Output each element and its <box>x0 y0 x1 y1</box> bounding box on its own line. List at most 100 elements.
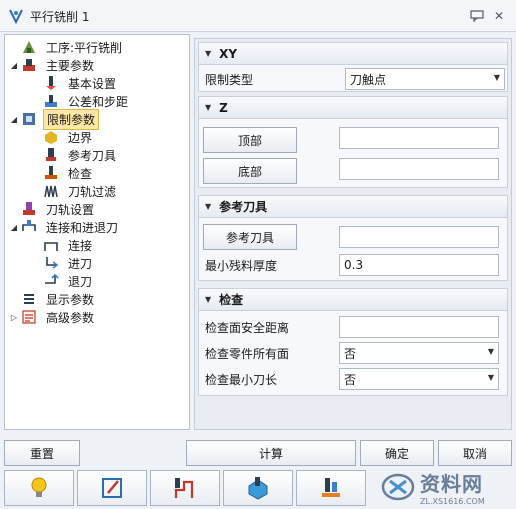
parameter-tree: 工序:平行铣削 ◢ 主要参数 基本设置 公差和步距 ◢ 限制参数 边界 参考刀具… <box>4 34 190 430</box>
group-z-header[interactable]: ▼ Z <box>199 97 507 119</box>
tree-item-label: 高级参数 <box>46 310 95 325</box>
expand-icon[interactable]: ◢ <box>9 61 19 70</box>
title-bar: 平行铣削 1 ✕ <box>0 0 516 32</box>
tree-item-reference-tool[interactable]: 参考刀具 <box>31 146 119 164</box>
reference-tool-button[interactable]: 参考刀具 <box>203 224 297 250</box>
tree-item-label: 限制参数 <box>43 108 100 130</box>
watermark-url: ZL.XS1616.COM <box>420 497 485 506</box>
limit-type-select[interactable]: 刀触点 ▼ <box>345 68 505 90</box>
min-length-select[interactable]: 否 ▼ <box>339 368 499 390</box>
collapse-icon: ▼ <box>205 103 212 112</box>
tree-item-label: 主要参数 <box>46 58 95 73</box>
close-icon[interactable]: ✕ <box>490 7 508 25</box>
toolpath-filter-icon <box>43 183 59 199</box>
collapse-icon: ▼ <box>205 295 212 304</box>
tree-item-link[interactable]: ◢ 连接和进退刀 <box>9 218 121 236</box>
tree-item-label: 刀轨设置 <box>46 202 95 217</box>
main-params-icon <box>21 57 37 73</box>
check-icon <box>43 165 59 181</box>
advanced-params-icon <box>21 309 37 325</box>
min-residual-field[interactable]: 0.3 <box>339 254 499 276</box>
group-check-header[interactable]: ▼ 检查 <box>199 289 507 311</box>
tree-item-label: 刀轨过滤 <box>68 184 117 199</box>
tree-item-toolpath-settings[interactable]: 刀轨设置 <box>9 200 97 218</box>
ok-button[interactable]: 确定 <box>360 440 434 466</box>
lead-in-icon <box>43 255 59 271</box>
app-icon <box>8 8 24 25</box>
window-title: 平行铣削 1 <box>30 10 90 24</box>
expand-icon[interactable]: ◢ <box>9 223 19 232</box>
tree-item-operation[interactable]: 工序:平行铣削 <box>9 38 125 56</box>
safe-distance-row: 检查面安全距离 <box>205 315 501 339</box>
all-faces-select[interactable]: 否 ▼ <box>339 342 499 364</box>
watermark-name: 资料网 <box>420 472 483 496</box>
min-residual-row: 最小残料厚度 0.3 <box>205 253 501 277</box>
simulate-icon[interactable] <box>223 470 293 506</box>
top-field[interactable] <box>339 127 499 149</box>
chevron-down-icon: ▼ <box>493 73 500 82</box>
tree-item-check[interactable]: 检查 <box>31 164 95 182</box>
cancel-button[interactable]: 取消 <box>438 440 512 466</box>
chevron-down-icon: ▼ <box>487 373 494 382</box>
limit-type-row: 限制类型 刀触点 ▼ <box>205 67 505 91</box>
all-faces-label: 检查零件所有面 <box>205 346 290 361</box>
bottom-button[interactable]: 底部 <box>203 158 297 184</box>
tree-item-label: 检查 <box>68 166 93 181</box>
verify-icon[interactable] <box>296 470 366 506</box>
all-faces-row: 检查零件所有面 否 ▼ <box>205 341 501 365</box>
compute-button[interactable]: 计算 <box>186 440 356 466</box>
watermark: 资料网 ZL.XS1616.COM <box>380 466 516 508</box>
group-ref-tool-header[interactable]: ▼ 参考刀具 <box>199 196 507 218</box>
lightbulb-icon[interactable] <box>4 470 74 506</box>
group-title: 参考刀具 <box>219 200 268 214</box>
chevron-down-icon: ▼ <box>487 347 494 356</box>
edit-icon[interactable] <box>77 470 147 506</box>
tree-item-basic-settings[interactable]: 基本设置 <box>31 74 119 92</box>
group-xy-header[interactable]: ▼ XY <box>199 43 507 65</box>
safe-distance-field[interactable] <box>339 316 499 338</box>
expand-icon[interactable]: ▷ <box>9 313 19 322</box>
min-length-label: 检查最小刀长 <box>205 372 278 387</box>
group-title: 检查 <box>219 293 244 307</box>
tree-item-label: 连接和进退刀 <box>46 220 119 235</box>
tree-item-main-params[interactable]: ◢ 主要参数 <box>9 56 97 74</box>
toolpath-settings-icon <box>21 201 37 217</box>
display-params-icon <box>21 291 37 307</box>
limit-params-icon <box>21 111 37 127</box>
reset-button[interactable]: 重置 <box>4 440 80 466</box>
bottom-field[interactable] <box>339 158 499 180</box>
watermark-logo-icon <box>381 473 415 501</box>
top-button[interactable]: 顶部 <box>203 127 297 153</box>
reference-tool-field[interactable] <box>339 226 499 248</box>
expand-icon[interactable]: ◢ <box>9 115 19 124</box>
tree-item-label: 工序:平行铣削 <box>46 40 123 55</box>
tree-item-toolpath-filter[interactable]: 刀轨过滤 <box>31 182 119 200</box>
lead-out-icon <box>43 273 59 289</box>
reference-tool-icon <box>43 147 59 163</box>
collapse-icon: ▼ <box>205 202 212 211</box>
tree-item-boundary[interactable]: 边界 <box>31 128 95 146</box>
tree-item-display-params[interactable]: 显示参数 <box>9 290 97 308</box>
tree-item-label: 参考刀具 <box>68 148 117 163</box>
group-reference-tool: ▼ 参考刀具 参考刀具 最小残料厚度 0.3 <box>198 195 508 281</box>
tree-item-advanced-params[interactable]: ▷ 高级参数 <box>9 308 97 326</box>
tree-item-label: 显示参数 <box>46 292 95 307</box>
group-title: Z <box>219 100 228 115</box>
tree-item-lead-out[interactable]: 退刀 <box>31 272 95 290</box>
link-icon <box>21 219 37 235</box>
basic-settings-icon <box>43 75 59 91</box>
tree-item-lead-in[interactable]: 进刀 <box>31 254 95 272</box>
toolpath-icon[interactable] <box>150 470 220 506</box>
group-xy: ▼ XY 限制类型 刀触点 ▼ <box>198 42 508 92</box>
tree-item-tolerance[interactable]: 公差和步距 <box>31 92 131 110</box>
group-title: XY <box>219 46 238 61</box>
tree-item-connect[interactable]: 连接 <box>31 236 95 254</box>
connect-icon <box>43 237 59 253</box>
limit-type-label: 限制类型 <box>205 72 254 87</box>
action-bar: 重置 计算 确定 取消 <box>4 440 512 466</box>
boundary-icon <box>43 129 59 145</box>
tree-item-label: 退刀 <box>68 274 93 289</box>
group-z: ▼ Z 顶部 底部 <box>198 96 508 188</box>
comment-icon[interactable] <box>468 7 486 25</box>
tree-item-limit-params[interactable]: ◢ 限制参数 <box>9 108 100 130</box>
